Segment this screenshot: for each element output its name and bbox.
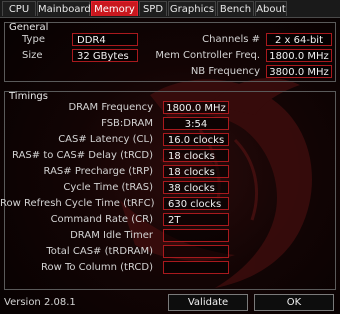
nb-frequency-label: NB Frequency: [190, 66, 260, 77]
timing-label: DRAM Frequency: [68, 102, 153, 113]
timing-value: 18 clocks: [163, 165, 229, 178]
tab-mainboard[interactable]: Mainboard: [37, 1, 91, 16]
tab-about[interactable]: About: [255, 1, 287, 16]
timing-value: 2T: [163, 213, 229, 226]
channels-field: 2 x 64-bit: [266, 33, 332, 46]
cpu-z-window: CPU Mainboard Memory SPD Graphics Bench …: [0, 0, 340, 314]
version-label: Version 2.08.1: [4, 297, 76, 308]
channels-label: Channels #: [202, 34, 260, 45]
timing-value: 18 clocks: [163, 149, 229, 162]
timing-label: Command Rate (CR): [50, 214, 153, 225]
timing-value: [163, 229, 229, 242]
timing-label: FSB:DRAM: [101, 118, 153, 129]
tab-spd[interactable]: SPD: [139, 1, 167, 16]
type-label: Type: [22, 34, 45, 45]
ok-button[interactable]: OK: [254, 294, 334, 311]
timing-value: 3:54: [163, 117, 229, 130]
tab-bar: CPU Mainboard Memory SPD Graphics Bench …: [0, 0, 340, 18]
type-field: DDR4: [72, 33, 138, 46]
timing-label: Row Refresh Cycle Time (tRFC): [0, 198, 155, 209]
timing-value: 630 clocks: [163, 197, 229, 210]
timing-label: RAS# Precharge (tRP): [43, 166, 153, 177]
mem-controller-label: Mem Controller Freq.: [155, 50, 260, 61]
size-label: Size: [22, 50, 43, 61]
tab-bench[interactable]: Bench: [217, 1, 254, 16]
timing-value: 38 clocks: [163, 181, 229, 194]
timing-value: 1800.0 MHz: [163, 101, 229, 114]
timing-value: 16.0 clocks: [163, 133, 229, 146]
general-title: General: [9, 22, 49, 33]
mem-controller-field: 1800.0 MHz: [266, 49, 332, 62]
tab-memory[interactable]: Memory: [91, 1, 138, 16]
timing-label: CAS# Latency (CL): [58, 134, 153, 145]
validate-button[interactable]: Validate: [168, 294, 248, 311]
tab-graphics[interactable]: Graphics: [168, 1, 216, 16]
timing-value: [163, 245, 229, 258]
size-field: 32 GBytes: [72, 49, 138, 62]
timing-value: [163, 261, 229, 274]
timing-label: Row To Column (tRCD): [40, 262, 153, 273]
timing-label: Total CAS# (tRDRAM): [46, 246, 153, 257]
timing-label: DRAM Idle Timer: [70, 230, 153, 241]
timings-title: Timings: [9, 91, 48, 102]
timing-label: Cycle Time (tRAS): [63, 182, 153, 193]
tab-cpu[interactable]: CPU: [2, 1, 36, 16]
nb-frequency-field: 3800.0 MHz: [266, 65, 332, 78]
timing-label: RAS# to CAS# Delay (tRCD): [12, 150, 153, 161]
